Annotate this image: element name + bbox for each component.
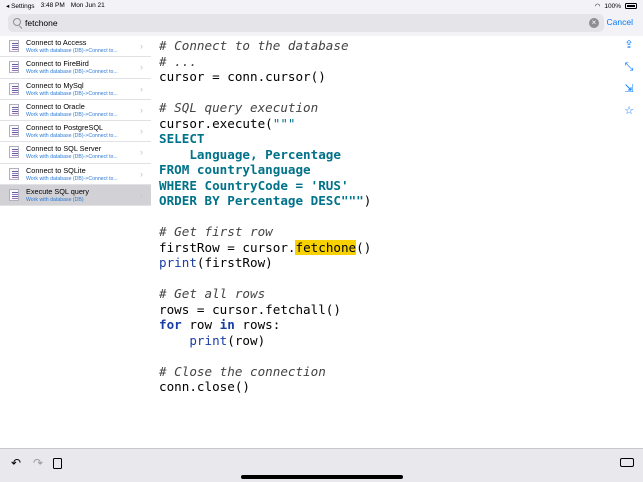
insert-icon[interactable]: ⇲ <box>621 83 637 105</box>
list-item-subtitle: Work with database (DB)->Connect to... <box>26 90 118 97</box>
search-icon <box>13 18 21 26</box>
code-comment: # Get all rows <box>159 286 266 301</box>
document-icon <box>9 103 19 116</box>
share-icon[interactable]: ⇪ <box>621 39 637 61</box>
code-line: rows = cursor.fetchall() <box>159 301 341 317</box>
code-line: row <box>181 317 220 332</box>
clear-search-icon[interactable]: × <box>589 18 599 28</box>
code-line: rows: <box>234 317 281 332</box>
code-keyword: for <box>159 317 182 332</box>
document-icon <box>9 167 19 180</box>
list-item-title: Connect to Oracle <box>26 101 85 111</box>
chevron-right-icon: › <box>140 83 143 94</box>
code-comment: # Close the connection <box>159 363 326 379</box>
chevron-right-icon: › <box>140 62 143 73</box>
list-item-connect-access[interactable]: Connect to Access Work with database (DB… <box>0 36 151 58</box>
document-icon <box>9 189 19 202</box>
code-line: ) <box>363 193 372 208</box>
search-match-highlight: fetchone <box>295 239 357 255</box>
list-item-title: Connect to SQLite <box>26 165 86 175</box>
code-line: conn.close() <box>159 379 250 394</box>
battery-icon <box>625 3 637 9</box>
status-time: 3:48 PM <box>40 2 65 9</box>
document-icon <box>9 146 19 159</box>
home-indicator <box>241 475 403 479</box>
document-icon <box>9 125 19 138</box>
list-item-title: Execute SQL query <box>26 187 90 197</box>
list-item-connect-mysql[interactable]: Connect to MySql Work with database (DB)… <box>0 79 151 100</box>
star-icon[interactable]: ☆ <box>621 105 637 127</box>
code-line: () <box>356 239 372 255</box>
code-sql: SELECT <box>159 131 205 146</box>
status-date: Mon Jun 21 <box>70 2 105 9</box>
battery-percent: 100% <box>604 2 621 10</box>
code-sql: ORDER BY Percentage DESC""" <box>159 193 364 208</box>
list-item-execute-sql[interactable]: Execute SQL query Work with database (DB… <box>0 185 151 207</box>
code-editor[interactable]: # Connect to the database # ... cursor =… <box>151 36 643 448</box>
redo-icon[interactable]: ↷ <box>33 456 43 470</box>
list-item-subtitle: Work with database (DB)->Connect to... <box>26 154 118 161</box>
code-line: (firstRow) <box>196 255 273 270</box>
list-item-connect-postgresql[interactable]: Connect to PostgreSQL Work with database… <box>0 121 151 143</box>
list-item-title: Connect to MySql <box>26 80 84 90</box>
code-builtin: print <box>189 332 228 348</box>
list-item-subtitle: Work with database (DB)->Connect to... <box>26 175 118 182</box>
wifi-icon: ◠ <box>594 3 601 10</box>
list-item-connect-firebird[interactable]: Connect to FireBird Work with database (… <box>0 57 151 79</box>
list-item-subtitle: Work with database (DB)->Connect to... <box>26 133 118 140</box>
code-comment: # ... <box>159 53 197 69</box>
code-line: firstRow = cursor. <box>159 239 296 255</box>
clipboard-icon[interactable] <box>53 458 62 469</box>
code-comment: # Connect to the database <box>159 38 349 53</box>
back-to-settings[interactable]: ◂ Settings <box>6 2 35 10</box>
undo-icon[interactable]: ↶ <box>11 456 21 470</box>
chevron-right-icon: › <box>140 104 143 115</box>
code-line: (row) <box>227 332 266 348</box>
list-item-connect-sqlserver[interactable]: Connect to SQL Server Work with database… <box>0 142 151 164</box>
code-string: """ <box>272 115 296 131</box>
code-keyword: in <box>219 317 235 332</box>
keyboard-icon[interactable] <box>620 458 634 467</box>
chevron-right-icon: › <box>140 126 143 137</box>
list-item-connect-oracle[interactable]: Connect to Oracle Work with database (DB… <box>0 100 151 122</box>
search-bar: × <box>8 14 604 32</box>
document-icon <box>9 61 19 74</box>
list-item-title: Connect to Access <box>26 38 87 47</box>
code-block: # Connect to the database # ... cursor =… <box>159 38 371 395</box>
code-line: cursor.execute( <box>159 115 273 131</box>
list-item-subtitle: Work with database (DB)->Connect to... <box>26 48 118 54</box>
document-icon <box>9 82 19 95</box>
chevron-right-icon: › <box>140 41 143 51</box>
sidebar-list: Connect to Access Work with database (DB… <box>0 36 151 448</box>
chevron-right-icon: › <box>140 147 143 158</box>
code-sql: FROM countrylanguage <box>159 162 311 177</box>
list-item-title: Connect to PostgreSQL <box>26 123 104 133</box>
collapse-icon[interactable]: ⤡ <box>621 61 637 83</box>
code-comment: # SQL query execution <box>159 100 319 115</box>
cancel-button[interactable]: Cancel <box>607 17 633 27</box>
list-item-subtitle: Work with database (DB) <box>26 197 84 204</box>
list-item-subtitle: Work with database (DB)->Connect to... <box>26 111 118 118</box>
editor-actions: ⇪ ⤡ ⇲ ☆ <box>621 39 637 127</box>
code-comment: # Get first row <box>159 224 273 239</box>
status-bar: ◂ Settings 3:48 PM Mon Jun 21 ◠ 100% <box>0 0 643 12</box>
chevron-right-icon: › <box>140 168 143 179</box>
list-item-title: Connect to FireBird <box>26 59 89 69</box>
code-sql: Language, Percentage <box>159 146 341 162</box>
code-builtin: print <box>159 255 197 270</box>
list-item-subtitle: Work with database (DB)->Connect to... <box>26 69 118 76</box>
document-icon <box>9 40 19 52</box>
search-input[interactable] <box>25 15 585 31</box>
code-line: cursor = conn.cursor() <box>159 69 326 84</box>
list-item-title: Connect to SQL Server <box>26 144 102 154</box>
chevron-right-icon: › <box>140 190 143 201</box>
list-item-connect-sqlite[interactable]: Connect to SQLite Work with database (DB… <box>0 164 151 186</box>
code-sql: WHERE CountryCode = 'RUS' <box>159 177 349 193</box>
